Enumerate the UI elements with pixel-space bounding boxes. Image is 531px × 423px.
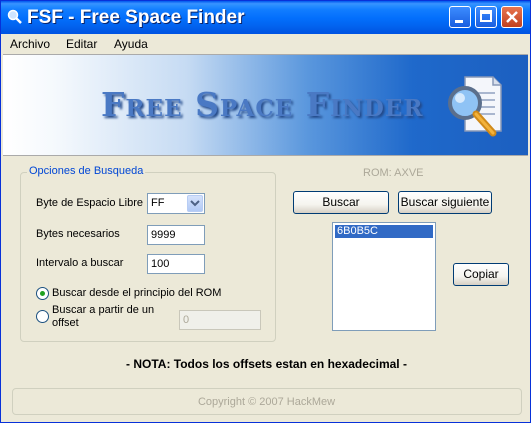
radio-selected-dot xyxy=(40,291,45,296)
interval-input[interactable]: 100 xyxy=(147,254,205,274)
window-title: FSF - Free Space Finder xyxy=(27,7,245,28)
maximize-icon xyxy=(480,10,492,22)
dropdown-button[interactable] xyxy=(187,195,203,212)
hex-note: - NOTA: Todos los offsets estan en hexad… xyxy=(126,357,407,371)
bytes-needed-label: Bytes necesarios xyxy=(36,228,120,240)
free-byte-label: Byte de Espacio Libre xyxy=(36,197,144,209)
search-button[interactable]: Buscar xyxy=(293,191,389,214)
close-button[interactable] xyxy=(501,6,523,28)
radio-from-offset[interactable] xyxy=(36,310,49,323)
free-byte-select[interactable]: FF xyxy=(147,193,205,214)
offset-input[interactable]: 0 xyxy=(179,310,261,330)
menu-archivo[interactable]: Archivo xyxy=(10,37,50,51)
radio-from-start[interactable] xyxy=(36,287,49,300)
search-options-label: Opciones de Busqueda xyxy=(27,165,146,177)
title-bar[interactable]: FSF - Free Space Finder xyxy=(1,1,530,34)
menu-ayuda[interactable]: Ayuda xyxy=(114,37,148,51)
free-byte-value: FF xyxy=(151,197,165,209)
maximize-button[interactable] xyxy=(475,6,497,28)
copyright-text: Copyright © 2007 HackMew xyxy=(197,396,336,408)
menu-editar[interactable]: Editar xyxy=(66,37,97,51)
document-search-icon xyxy=(448,76,502,137)
bytes-needed-input[interactable]: 9999 xyxy=(147,225,205,245)
search-next-button[interactable]: Buscar siguiente xyxy=(398,191,492,214)
radio-from-offset-label-line1[interactable]: Buscar a partir de un xyxy=(52,304,154,316)
list-item[interactable]: 6B0B5C xyxy=(335,225,433,238)
interval-label: Intervalo a buscar xyxy=(36,257,124,269)
menu-bar: Archivo Editar Ayuda xyxy=(1,34,530,54)
close-icon xyxy=(506,11,518,23)
results-list[interactable]: 6B0B5C xyxy=(332,222,436,331)
header-banner: Free Space Finder xyxy=(3,54,528,156)
minimize-button[interactable] xyxy=(449,6,471,28)
radio-from-start-label[interactable]: Buscar desde el principio del ROM xyxy=(52,287,221,299)
minimize-icon xyxy=(455,20,463,23)
chevron-down-icon xyxy=(190,200,200,207)
radio-from-offset-label-line2[interactable]: offset xyxy=(52,317,79,329)
app-window: FSF - Free Space Finder Archivo Editar A… xyxy=(0,0,531,423)
rom-label: ROM: AXVE xyxy=(363,167,424,179)
copy-button[interactable]: Copiar xyxy=(453,263,509,286)
magnifier-app-icon xyxy=(7,9,22,24)
banner-title: Free Space Finder xyxy=(101,85,424,124)
